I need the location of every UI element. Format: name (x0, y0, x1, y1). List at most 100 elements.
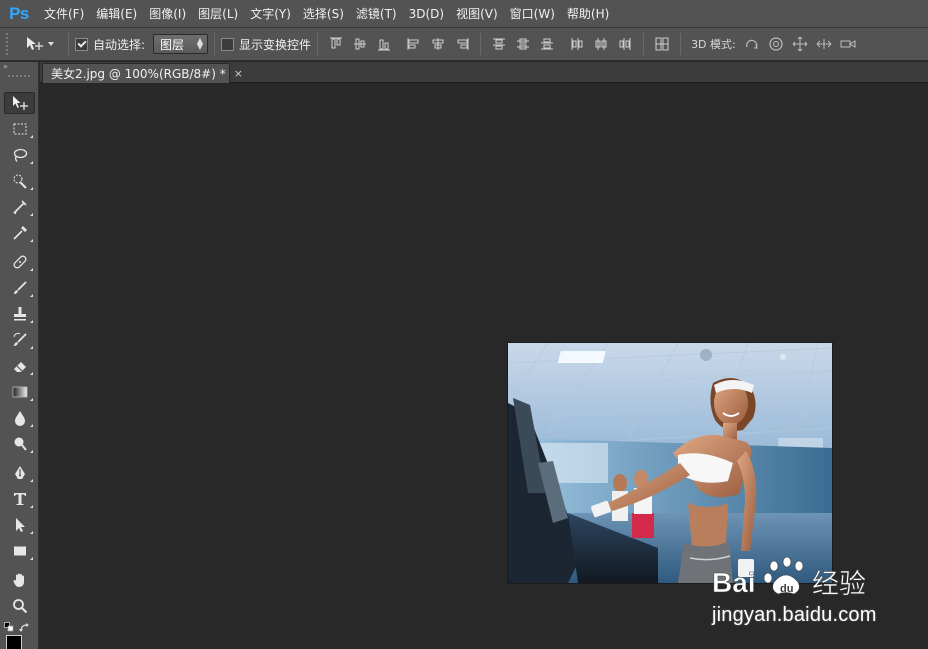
photoshop-logo[interactable]: Ps (0, 0, 38, 28)
separator (214, 33, 216, 55)
magnifier-icon (12, 599, 27, 614)
separator (317, 33, 319, 55)
default-colors-icon[interactable] (4, 622, 14, 632)
stamp-icon (13, 307, 26, 321)
tools-panel-grip[interactable] (8, 75, 30, 83)
menu-filter[interactable]: 滤镜(T) (350, 0, 403, 28)
pen-icon (14, 466, 25, 479)
brush-tool[interactable] (4, 277, 35, 299)
swap-colors-icon[interactable] (19, 622, 31, 634)
options-bar-grip[interactable] (6, 33, 12, 55)
menu-select[interactable]: 选择(S) (297, 0, 350, 28)
distribute-hcenter-button[interactable] (589, 32, 613, 56)
align-horizontal-center-icon (432, 38, 444, 50)
eraser-tool[interactable] (4, 355, 35, 377)
menu-view[interactable]: 视图(V) (450, 0, 504, 28)
document-tab-bar: 美女2.jpg @ 100%(RGB/8#) * × (40, 62, 928, 83)
brush-icon (13, 281, 27, 294)
distribute-vcenter-button[interactable] (511, 32, 535, 56)
auto-select-label: 自动选择: (93, 37, 146, 52)
close-icon[interactable]: × (234, 67, 243, 80)
tool-group-indicator (30, 268, 33, 271)
3d-scale-button[interactable] (836, 32, 860, 56)
crop-tool[interactable] (4, 196, 35, 218)
menu-edit[interactable]: 编辑(E) (90, 0, 143, 28)
distribute-right-button[interactable] (613, 32, 637, 56)
align-right-button[interactable] (450, 32, 474, 56)
eyedropper-icon (12, 226, 27, 240)
menu-bar: Ps 文件(F) 编辑(E) 图像(I) 图层(L) 文字(Y) 选择(S) 滤… (0, 0, 928, 28)
pen-tool[interactable] (4, 462, 35, 484)
move-tool[interactable] (4, 92, 35, 114)
options-bar: 自动选择: 图层 ▲ ▼ 显示变换控件 3D 模式: (0, 28, 928, 61)
dodge-tool[interactable] (4, 433, 35, 455)
collapse-panel-button[interactable]: » (0, 62, 38, 72)
zoom-tool[interactable] (4, 595, 35, 617)
quick-selection-tool[interactable] (4, 170, 35, 192)
watermark-url: jingyan.baidu.com (712, 604, 877, 626)
svg-text:du: du (780, 583, 793, 595)
auto-select-dropdown[interactable]: 图层 ▲ ▼ (153, 34, 209, 54)
tool-group-indicator (30, 531, 33, 534)
tool-group-indicator (30, 505, 33, 508)
align-left-icon (407, 38, 419, 50)
menu-image[interactable]: 图像(I) (143, 0, 192, 28)
lasso-tool[interactable] (4, 144, 35, 166)
menu-3d[interactable]: 3D(D) (403, 0, 450, 28)
history-brush-icon (13, 332, 27, 346)
align-vcenter-button[interactable] (348, 32, 372, 56)
tool-group-indicator (30, 161, 33, 164)
separator (480, 33, 482, 55)
3d-rotate-button[interactable] (740, 32, 764, 56)
blur-tool[interactable] (4, 407, 35, 429)
rectangle-tool[interactable] (4, 540, 35, 562)
auto-select-checkbox[interactable] (75, 37, 88, 51)
water-drop-icon (14, 411, 25, 426)
tool-group-indicator (30, 135, 33, 138)
foreground-color-swatch[interactable] (6, 635, 22, 649)
gradient-tool[interactable] (4, 381, 35, 403)
distribute-top-button[interactable] (487, 32, 511, 56)
menu-type[interactable]: 文字(Y) (244, 0, 297, 28)
menu-file[interactable]: 文件(F) (38, 0, 90, 28)
align-hcenter-button[interactable] (426, 32, 450, 56)
tool-group-indicator (30, 557, 33, 560)
hand-tool[interactable] (4, 569, 35, 591)
align-top-button[interactable] (324, 32, 348, 56)
eraser-icon (13, 362, 26, 372)
distribute-top-icon (493, 38, 506, 50)
distribute-bottom-button[interactable] (535, 32, 559, 56)
menu-layer[interactable]: 图层(L) (192, 0, 244, 28)
3d-roll-button[interactable] (764, 32, 788, 56)
eyedropper-tool[interactable] (4, 222, 35, 244)
clone-stamp-tool[interactable] (4, 303, 35, 325)
3d-mode-label: 3D 模式: (691, 38, 736, 51)
document-tab[interactable]: 美女2.jpg @ 100%(RGB/8#) * × (42, 63, 243, 83)
tools-panel: » (0, 62, 39, 649)
path-selection-tool[interactable] (4, 514, 35, 536)
show-transform-checkbox[interactable] (221, 37, 235, 51)
history-brush-tool[interactable] (4, 329, 35, 351)
menu-window[interactable]: 窗口(W) (504, 0, 561, 28)
distribute-bottom-icon (541, 38, 554, 50)
rectangle-shape-icon (13, 546, 26, 556)
align-right-icon (457, 38, 469, 50)
lasso-icon (13, 148, 27, 162)
healing-brush-tool[interactable] (4, 251, 35, 273)
rectangular-marquee-tool[interactable] (4, 118, 35, 140)
distribute-left-button[interactable] (565, 32, 589, 56)
baidu-jingyan-watermark: Bai du 经验 jingyan.baidu.com (708, 552, 888, 632)
tool-preset-picker[interactable] (18, 32, 62, 56)
menu-help[interactable]: 帮助(H) (561, 0, 615, 28)
dodge-icon (14, 437, 27, 451)
document-image[interactable] (508, 343, 832, 583)
align-left-button[interactable] (402, 32, 426, 56)
3d-pan-button[interactable] (788, 32, 812, 56)
type-tool[interactable] (4, 488, 35, 510)
auto-align-layers-button[interactable] (650, 32, 674, 56)
align-bottom-button[interactable] (372, 32, 396, 56)
separator (68, 33, 69, 55)
3d-slide-button[interactable] (812, 32, 836, 56)
tool-group-indicator (30, 239, 33, 242)
3d-pan-icon (792, 36, 808, 52)
